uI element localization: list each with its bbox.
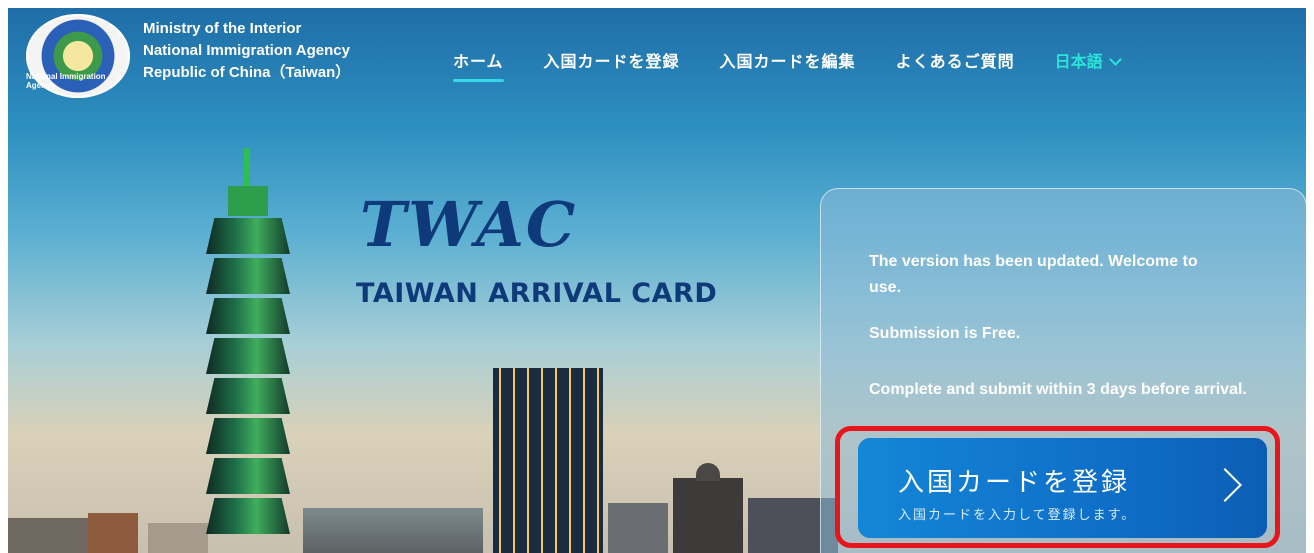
tower-segment: [206, 458, 290, 494]
tower-segment: [206, 418, 290, 454]
twac-logo: TWAC: [360, 188, 578, 261]
nav-home[interactable]: ホーム: [453, 48, 504, 82]
taipei-101-tower: [206, 148, 290, 553]
main-nav: ホーム 入国カードを登録 入国カードを編集 よくあるご質問 日本語: [453, 48, 1122, 82]
free-notice: Submission is Free.: [869, 325, 1021, 342]
chevron-down-icon: [1108, 53, 1122, 66]
logo-ring-text: National Immigration Agency: [26, 72, 106, 90]
agency-line-1: Ministry of the Interior: [143, 20, 302, 37]
building-bg-5: [608, 503, 668, 553]
agency-logo[interactable]: National Immigration Agency: [26, 14, 130, 98]
nav-edit-card[interactable]: 入国カードを編集: [720, 48, 856, 72]
tower-segment: [206, 498, 290, 534]
cta-subtitle: 入国カードを入力して登録します。: [898, 508, 1137, 523]
building-bg-1: [8, 518, 88, 553]
tower-segment: [206, 298, 290, 334]
agency-line-2: National Immigration Agency: [143, 42, 350, 59]
tower-spire: [244, 148, 250, 188]
tower-segment: [206, 258, 290, 294]
tower-segment: [206, 218, 290, 254]
nav-faq[interactable]: よくあるご質問: [896, 48, 1015, 72]
twac-subtitle: TAIWAN ARRIVAL CARD: [356, 278, 718, 309]
building-dome: [696, 463, 720, 481]
agency-name: Ministry of the Interior National Immigr…: [143, 18, 350, 84]
glass-tower: [493, 368, 603, 553]
language-selector[interactable]: 日本語: [1054, 48, 1122, 72]
nav-register-card[interactable]: 入国カードを登録: [544, 48, 680, 72]
building-bg-2: [88, 513, 138, 553]
agency-line-3: Republic of China（Taiwan）: [143, 64, 351, 81]
deadline-notice: Complete and submit within 3 days before…: [869, 381, 1247, 398]
page-frame: National Immigration Agency Ministry of …: [8, 8, 1306, 553]
cta-title: 入国カードを登録: [898, 468, 1131, 498]
update-notice: The version has been updated. Welcome to…: [869, 253, 1198, 296]
building-bg-3: [148, 523, 208, 553]
language-label: 日本語: [1054, 52, 1103, 71]
tower-segment: [206, 338, 290, 374]
chevron-right-icon: [1208, 468, 1242, 502]
site-header: National Immigration Agency Ministry of …: [8, 8, 1306, 108]
tower-top: [228, 186, 268, 216]
register-card-button[interactable]: 入国カードを登録 入国カードを入力して登録します。: [858, 438, 1267, 538]
tower-segment: [206, 378, 290, 414]
building-bg-6: [673, 478, 743, 553]
building-bg-4: [303, 508, 483, 553]
